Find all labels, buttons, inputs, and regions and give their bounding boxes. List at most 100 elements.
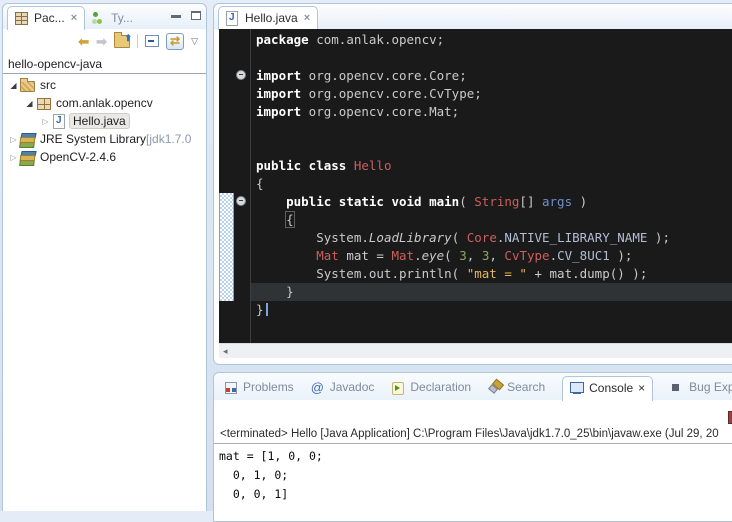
search-icon	[488, 381, 502, 394]
view-window-buttons	[171, 11, 201, 20]
type-hierarchy-icon	[91, 11, 107, 25]
tree-item-src[interactable]: ◢ src	[3, 76, 206, 94]
scroll-left-arrow-icon[interactable]: ◂	[219, 346, 228, 357]
library-icon	[20, 150, 36, 164]
code-line: public static void main( String[] args )	[251, 193, 732, 211]
code-line: }	[251, 283, 732, 301]
close-icon[interactable]: ×	[638, 381, 645, 395]
up-folder-icon[interactable]	[114, 35, 130, 48]
console-tab-label: Bug Explorer	[689, 380, 732, 394]
code-line: Mat mat = Mat.eye( 3, 3, CvType.CV_8UC1 …	[251, 247, 732, 265]
console-tab-label: Declaration	[410, 380, 471, 394]
code-line: package com.anlak.opencv;	[251, 31, 732, 49]
code-line: import org.opencv.core.Mat;	[251, 103, 732, 121]
code-line	[251, 139, 732, 157]
tree-item-hello-java[interactable]: ▷ Hello.java	[3, 112, 206, 130]
console-output-line: 0, 1, 0;	[219, 466, 732, 485]
view-tab-type-hierarchy[interactable]: Ty...	[85, 6, 140, 29]
tree-item-com-anlak-opencv[interactable]: ◢ com.anlak.opencv	[3, 94, 206, 112]
project-tree: ◢ src ◢ com.anlak.opencv ▷ Hello.java ▷ JRE Sys…	[3, 74, 206, 166]
view-tab-label: Pac...	[34, 11, 65, 25]
forward-arrow-icon[interactable]: ➡	[96, 35, 107, 48]
code-line	[251, 121, 732, 139]
jfile-icon	[52, 114, 68, 128]
tree-item-label: src	[40, 78, 56, 92]
view-tab-package-explorer[interactable]: Pac... ×	[7, 6, 85, 30]
expanded-arrow-icon[interactable]: ◢	[23, 99, 36, 108]
collapsed-arrow-icon[interactable]: ▷	[7, 135, 20, 144]
code-editor: package com.anlak.opencv; import org.open…	[219, 29, 732, 343]
java-file-icon	[225, 11, 241, 25]
package-explorer-toolbar: ⬅ ➡ ⇄ ▽	[3, 29, 206, 53]
tree-item-decoration: [jdk1.7.0	[146, 132, 191, 146]
code-line: import org.opencv.core.Core;	[251, 67, 732, 85]
text-caret	[266, 303, 268, 316]
package-explorer-view: Pac... × Ty... ⬅ ➡ ⇄ ▽ hello-opencv-java ◢ src…	[2, 3, 207, 511]
console-icon	[570, 382, 584, 395]
collapsed-arrow-icon[interactable]: ▷	[7, 153, 20, 162]
close-icon[interactable]: ×	[304, 12, 310, 24]
console-tab-bug-explorer[interactable]: Bug Explorer	[670, 380, 732, 400]
package-explorer-icon	[14, 11, 30, 25]
code-line: public class Hello	[251, 157, 732, 175]
console-view: Problems Javadoc Declaration Search Console×…	[213, 372, 732, 522]
console-tab-console[interactable]: Console×	[562, 376, 653, 401]
tree-item-opencv-2-4-6[interactable]: ▷ OpenCV-2.4.6	[3, 148, 206, 166]
console-tab-search[interactable]: Search	[488, 380, 545, 400]
code-line: System.out.println( "mat = " + mat.dump(…	[251, 265, 732, 283]
fold-collapse-icon[interactable]	[236, 196, 246, 206]
problems-icon	[224, 381, 238, 394]
code-line	[251, 49, 732, 67]
toolbar-separator	[137, 34, 138, 48]
collapsed-arrow-icon[interactable]: ▷	[39, 117, 52, 126]
editor-area: Hello.java × package com.anlak.opencv; im…	[213, 3, 732, 365]
code-line: {	[251, 175, 732, 193]
console-output-line: mat = [1, 0, 0;	[219, 447, 732, 466]
package-explorer-tabstrip: Pac... × Ty...	[3, 4, 206, 29]
editor-tab-hello-java[interactable]: Hello.java ×	[218, 6, 318, 30]
close-icon[interactable]: ×	[71, 12, 77, 24]
console-tab-javadoc[interactable]: Javadoc	[311, 380, 375, 400]
console-tab-label: Problems	[243, 380, 294, 394]
editor-tabstrip: Hello.java ×	[214, 4, 732, 29]
link-with-editor-icon[interactable]: ⇄	[166, 33, 184, 50]
back-arrow-icon[interactable]: ⬅	[78, 35, 89, 48]
code-line: import org.opencv.core.CvType;	[251, 85, 732, 103]
maximize-icon[interactable]	[191, 11, 201, 20]
tree-item-jre-system-library[interactable]: ▷ JRE System Library [jdk1.7.0	[3, 130, 206, 148]
console-tab-label: Search	[507, 380, 545, 394]
tree-item-label: Hello.java	[69, 113, 130, 129]
javadoc-icon	[311, 381, 325, 394]
console-tab-problems[interactable]: Problems	[224, 380, 294, 400]
console-output[interactable]: mat = [1, 0, 0; 0, 1, 0; 0, 0, 1]	[214, 444, 732, 504]
console-tab-declaration[interactable]: Declaration	[391, 380, 471, 400]
code-text-area[interactable]: package com.anlak.opencv; import org.open…	[251, 29, 732, 343]
tree-item-label: com.anlak.opencv	[56, 96, 153, 110]
project-root-item[interactable]: hello-opencv-java	[3, 56, 206, 74]
range-indicator	[219, 193, 234, 301]
tree-item-label: OpenCV-2.4.6	[40, 150, 116, 164]
editor-vertical-ruler	[219, 29, 251, 343]
minimize-icon[interactable]	[171, 15, 181, 18]
view-menu-icon[interactable]: ▽	[191, 35, 198, 48]
square-icon	[670, 381, 684, 394]
code-line: }	[251, 301, 732, 319]
expanded-arrow-icon[interactable]: ◢	[7, 81, 20, 90]
fold-collapse-icon[interactable]	[236, 70, 246, 80]
code-line: System.LoadLibrary( Core.NATIVE_LIBRARY_…	[251, 229, 732, 247]
package-icon	[36, 96, 52, 110]
console-tabstrip: Problems Javadoc Declaration Search Console×…	[214, 373, 732, 400]
declaration-icon	[391, 381, 405, 394]
console-output-line: 0, 0, 1]	[219, 485, 732, 504]
tree-item-label: JRE System Library	[40, 132, 146, 146]
srcfolder-icon	[20, 78, 36, 92]
console-toolbar-icon[interactable]	[728, 411, 732, 424]
view-tab-label: Ty...	[111, 11, 133, 25]
editor-horizontal-scrollbar[interactable]: ◂	[219, 343, 732, 358]
library-icon	[20, 132, 36, 146]
console-tab-label: Javadoc	[330, 380, 375, 394]
code-line: {	[251, 211, 732, 229]
console-status-line: <terminated> Hello [Java Application] C:…	[220, 428, 732, 440]
collapse-all-icon[interactable]	[145, 35, 159, 47]
editor-tab-label: Hello.java	[245, 11, 298, 25]
